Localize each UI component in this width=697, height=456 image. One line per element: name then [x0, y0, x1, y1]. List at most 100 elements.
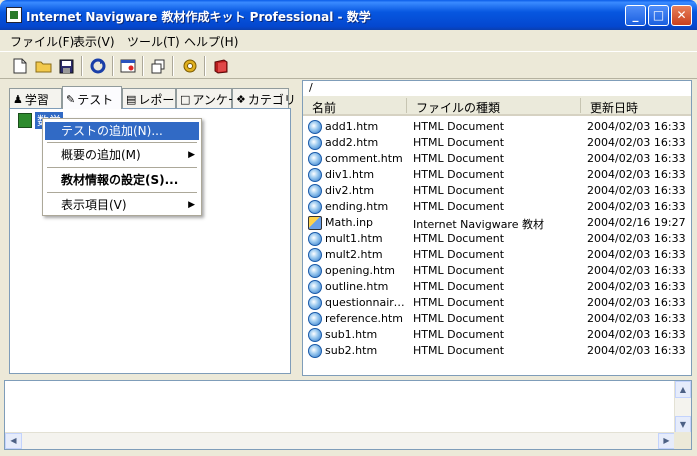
tab-survey[interactable]: □ アンケート [176, 88, 252, 108]
file-modified: 2004/02/16 19:27 [587, 216, 686, 229]
file-modified: 2004/02/03 16:33 [587, 168, 686, 181]
material-book-icon [18, 113, 32, 128]
window-title: Internet Navigware 教材作成キット Professional … [26, 10, 371, 24]
scroll-right-icon[interactable]: ▶ [658, 433, 675, 449]
file-modified: 2004/02/03 16:33 [587, 280, 686, 293]
title-bar[interactable]: Internet Navigware 教材作成キット Professional … [0, 0, 697, 30]
refresh-icon[interactable] [88, 56, 108, 76]
file-type: HTML Document [413, 248, 505, 261]
open-folder-icon[interactable] [34, 56, 54, 76]
submenu-arrow-icon: ▶ [188, 200, 195, 210]
file-name: reference.htm [325, 312, 404, 325]
column-divider[interactable] [580, 98, 581, 113]
book-icon[interactable] [211, 56, 231, 76]
html-document-icon [308, 152, 322, 166]
file-row[interactable]: mult2.htm HTML Document 2004/02/03 16:33 [303, 247, 691, 263]
file-modified: 2004/02/03 16:33 [587, 232, 686, 245]
file-row[interactable]: sub2.htm HTML Document 2004/02/03 16:33 [303, 343, 691, 359]
ctx-add-overview[interactable]: 概要の追加(M) ▶ [45, 146, 199, 164]
file-name: ending.htm [325, 200, 389, 213]
file-modified: 2004/02/03 16:33 [587, 312, 686, 325]
column-divider[interactable] [406, 98, 407, 113]
menu-view[interactable]: 表示(V) [73, 33, 115, 50]
file-name: outline.htm [325, 280, 389, 293]
file-row[interactable]: Math.inp Internet Navigware 教材 2004/02/16 … [303, 215, 691, 231]
ctx-display-items[interactable]: 表示項目(V) ▶ [45, 196, 199, 214]
file-row[interactable]: outline.htm HTML Document 2004/02/03 16:33 [303, 279, 691, 295]
category-icon: ❖ [236, 93, 246, 106]
tab-category[interactable]: ❖ カテゴリ [232, 88, 296, 108]
file-row[interactable]: add1.htm HTML Document 2004/02/03 16:33 [303, 119, 691, 135]
file-type: HTML Document [413, 184, 505, 197]
file-row[interactable]: ending.htm HTML Document 2004/02/03 16:33 [303, 199, 691, 215]
html-document-icon [308, 248, 322, 262]
file-row[interactable]: questionnaire.... HTML Document 2004/02/03… [303, 295, 691, 311]
file-modified: 2004/02/03 16:33 [587, 152, 686, 165]
scroll-left-icon[interactable]: ◀ [5, 433, 22, 449]
scroll-down-icon[interactable]: ▼ [675, 416, 691, 433]
navigware-material-icon [308, 216, 322, 230]
minimize-button[interactable]: _ [625, 5, 646, 26]
file-row[interactable]: mult1.htm HTML Document 2004/02/03 16:33 [303, 231, 691, 247]
file-name: mult2.htm [325, 248, 383, 261]
ctx-display-items-label: 表示項目(V) [61, 198, 127, 212]
menu-tools[interactable]: ツール(T) [127, 33, 180, 50]
file-row[interactable]: opening.htm HTML Document 2004/02/03 16:33 [303, 263, 691, 279]
file-name: div1.htm [325, 168, 375, 181]
file-type: HTML Document [413, 296, 505, 309]
html-document-icon [308, 312, 322, 326]
new-file-icon[interactable] [10, 56, 30, 76]
file-row[interactable]: div2.htm HTML Document 2004/02/03 16:33 [303, 183, 691, 199]
tab-test[interactable]: ✎ テスト [62, 86, 122, 109]
maximize-button[interactable]: □ [648, 5, 669, 26]
survey-icon: □ [180, 93, 191, 106]
column-type[interactable]: ファイルの種類 [416, 99, 500, 116]
html-document-icon [308, 120, 322, 134]
scroll-up-icon[interactable]: ▲ [675, 381, 691, 398]
file-type: Internet Navigware 教材 [413, 218, 544, 231]
file-type: HTML Document [413, 168, 505, 181]
vertical-scrollbar[interactable]: ▲ ▼ [674, 381, 691, 433]
file-name: add1.htm [325, 120, 379, 133]
file-type: HTML Document [413, 120, 505, 133]
properties-icon[interactable] [118, 56, 138, 76]
category-tabs: ♟ 学習 ✎ テスト ▤ レポート □ アンケート ❖ カテゴリ [5, 86, 296, 109]
copy-window-icon[interactable] [148, 56, 168, 76]
file-row[interactable]: div1.htm HTML Document 2004/02/03 16:33 [303, 167, 691, 183]
tab-report[interactable]: ▤ レポート [122, 88, 186, 108]
toolbar-separator [142, 56, 144, 76]
file-name: div2.htm [325, 184, 375, 197]
file-name: add2.htm [325, 136, 379, 149]
html-document-icon [308, 344, 322, 358]
menu-separator [47, 167, 197, 168]
save-icon[interactable] [56, 56, 76, 76]
file-type: HTML Document [413, 200, 505, 213]
submenu-arrow-icon: ▶ [188, 150, 195, 160]
html-document-icon [308, 232, 322, 246]
file-row[interactable]: reference.htm HTML Document 2004/02/03 16:… [303, 311, 691, 327]
context-menu: テストの追加(N)... 概要の追加(M) ▶ 教材情報の設定(S)... 表示… [42, 118, 202, 216]
file-modified: 2004/02/03 16:33 [587, 136, 686, 149]
file-name: questionnaire.... [325, 296, 407, 309]
file-row[interactable]: comment.htm HTML Document 2004/02/03 16:33 [303, 151, 691, 167]
tab-learning-label: 学習 [24, 93, 49, 107]
menu-file[interactable]: ファイル(F) [10, 33, 74, 50]
tab-learning[interactable]: ♟ 学習 [9, 88, 62, 108]
file-row[interactable]: add2.htm HTML Document 2004/02/03 16:33 [303, 135, 691, 151]
column-name[interactable]: 名前 [312, 99, 336, 116]
menu-help[interactable]: ヘルプ(H) [184, 33, 238, 50]
close-button[interactable]: ✕ [671, 5, 692, 26]
settings-gear-icon[interactable] [180, 56, 200, 76]
ctx-material-settings[interactable]: 教材情報の設定(S)... [45, 171, 199, 189]
app-icon[interactable] [6, 7, 22, 23]
file-name: opening.htm [325, 264, 395, 277]
column-modified[interactable]: 更新日時 [590, 99, 638, 116]
horizontal-scrollbar[interactable]: ◀ ▶ [5, 432, 675, 449]
ctx-add-test[interactable]: テストの追加(N)... [45, 122, 199, 140]
toolbar-separator [204, 56, 206, 76]
file-row[interactable]: sub1.htm HTML Document 2004/02/03 16:33 [303, 327, 691, 343]
html-document-icon [308, 280, 322, 294]
file-list-panel: / 名前 ファイルの種類 更新日時 add1.htm HTML Document 2… [302, 80, 692, 376]
menu-separator [47, 192, 197, 193]
output-pane[interactable]: ▲ ▼ ◀ ▶ [4, 380, 692, 450]
